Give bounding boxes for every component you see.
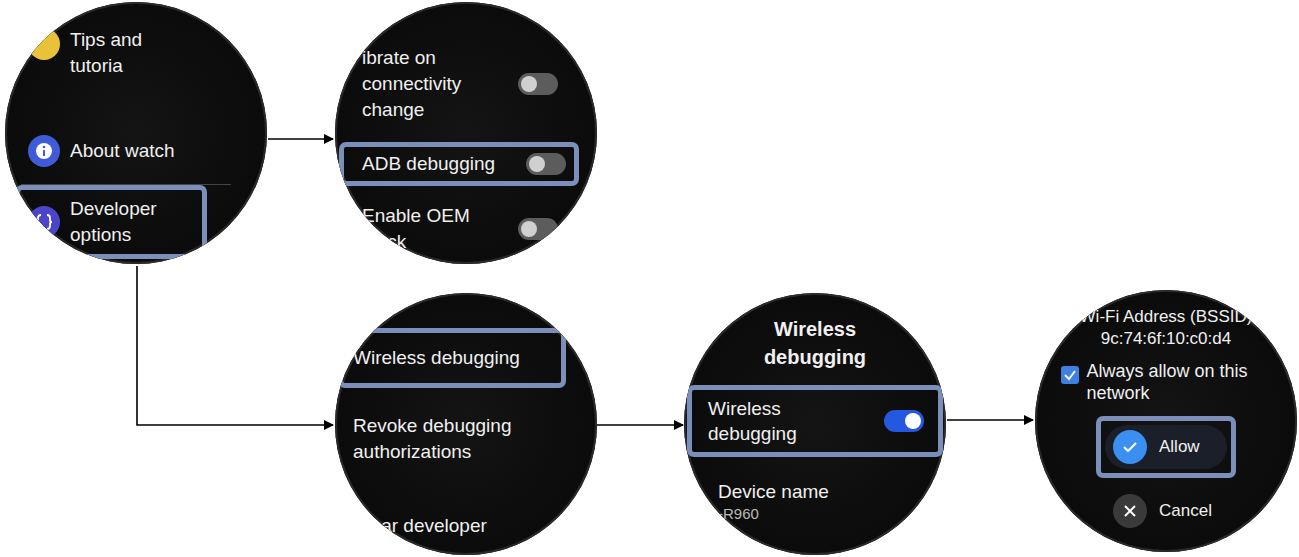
- screen-title: Wireless debugging: [735, 315, 895, 371]
- toggle-knob: [521, 76, 537, 92]
- toggle-row[interactable]: ADB debugging: [362, 151, 566, 177]
- highlight-frame: Wireless debugging: [687, 385, 943, 457]
- list-item[interactable]: Revoke debugging authorizations: [353, 413, 553, 465]
- watch-screen: Wi-Fi Address (BSSID)9c:74:6f:10:c0:d4 Al…: [1035, 290, 1297, 552]
- watch-screen: Wireless debugging Wireless debugging Devi…: [684, 293, 946, 555]
- toggle-row[interactable]: Wireless debugging: [708, 396, 924, 446]
- toggle-switch[interactable]: [526, 153, 566, 175]
- toggle-row[interactable]: Enable OEM nlock: [362, 203, 566, 255]
- toggle-switch[interactable]: [518, 73, 558, 95]
- highlight-frame: ibrate on connectivity change: [339, 36, 579, 132]
- highlight-frame: Wear developer ptions: [338, 496, 566, 555]
- cancel-icon: [1113, 494, 1147, 528]
- button-label: Cancel: [1159, 498, 1212, 524]
- menu-item-label: Developer options: [70, 196, 185, 248]
- allow-button[interactable]: Allow: [1105, 425, 1227, 469]
- toggle-knob: [905, 413, 921, 429]
- tips-icon: [28, 28, 60, 60]
- field-value: -R960: [718, 505, 829, 523]
- watch-screen: ibrate on connectivity change ADB debuggi…: [335, 2, 597, 264]
- device-name-field: Device name-R960: [718, 479, 829, 523]
- toggle-label: Wireless debugging: [708, 396, 838, 446]
- menu-item[interactable]: Developer options: [28, 196, 194, 248]
- highlight-frame: Revoke debugging authorizations: [338, 396, 566, 482]
- x-glyph-icon: [1122, 503, 1138, 519]
- highlight-frame: Cancel: [1096, 480, 1236, 542]
- always-allow-checkbox-row[interactable]: Always allow on this network: [1061, 360, 1272, 404]
- menu-item-label: About watch: [70, 138, 175, 164]
- braces-glyph-icon: [34, 212, 54, 232]
- toggle-knob: [521, 221, 537, 237]
- toggle-switch[interactable]: [518, 218, 558, 240]
- highlight-frame: About watch: [15, 124, 207, 178]
- highlight-frame: Tips and tutoria: [15, 16, 207, 90]
- toggle-label: ibrate on connectivity change: [362, 45, 512, 123]
- address-value: 9c:74:6f:10:c0:d4: [1101, 328, 1231, 350]
- watch-screen: Wireless debugging Revoke debugging autho…: [335, 293, 597, 555]
- field-label: Device name: [718, 479, 829, 505]
- toggle-switch[interactable]: [884, 410, 924, 432]
- list-item[interactable]: Wireless debugging: [353, 345, 553, 371]
- cancel-button[interactable]: Cancel: [1105, 489, 1227, 533]
- toggle-label: ADB debugging: [362, 151, 522, 177]
- highlight-frame: Wireless debugging: [338, 328, 566, 388]
- highlight-frame: Enable OEM nlock: [339, 194, 579, 264]
- checkbox[interactable]: [1061, 366, 1079, 384]
- check-glyph-icon: [1121, 438, 1139, 456]
- toggle-knob: [529, 156, 545, 172]
- address-label: Wi-Fi Address (BSSID): [1080, 306, 1253, 328]
- highlight-frame: ADB debugging: [339, 142, 579, 186]
- menu-item[interactable]: About watch: [28, 135, 194, 167]
- menu-item-label: Tips and tutoria: [70, 27, 194, 79]
- checkbox-label: Always allow on this network: [1087, 360, 1272, 404]
- check-icon: [1061, 366, 1079, 384]
- button-label: Allow: [1159, 434, 1200, 460]
- menu-item[interactable]: Tips and tutoria: [28, 27, 194, 79]
- info-glyph-icon: [35, 142, 53, 160]
- toggle-row[interactable]: ibrate on connectivity change: [362, 45, 566, 123]
- code-braces-icon: [28, 206, 60, 238]
- list-item[interactable]: Wear developer ptions: [353, 513, 503, 555]
- info-icon: [28, 135, 60, 167]
- highlight-frame: Developer options: [15, 185, 207, 259]
- toggle-label: Enable OEM nlock: [362, 203, 487, 255]
- watch-screen: Tips and tutoria About watch Developer opt…: [5, 2, 267, 264]
- highlight-frame: Allow: [1096, 416, 1236, 478]
- allow-check-icon: [1113, 430, 1147, 464]
